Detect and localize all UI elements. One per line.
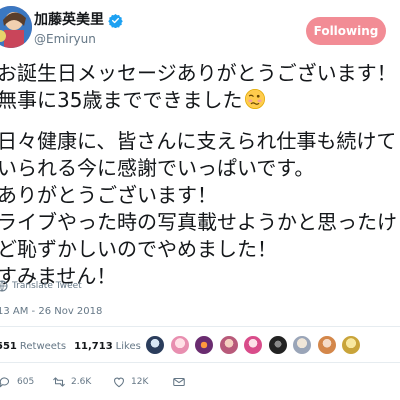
- woozy-face-icon: [245, 89, 266, 109]
- reply-count: 605: [17, 377, 35, 387]
- liker-avatar[interactable]: [267, 335, 288, 355]
- retweets-count[interactable]: 551: [0, 341, 17, 352]
- likes-count[interactable]: 11,713: [74, 341, 113, 352]
- retweet-button[interactable]: 2.6K: [52, 372, 91, 392]
- reply-icon: [0, 377, 10, 388]
- verified-badge-icon: [108, 13, 123, 28]
- liker-avatar[interactable]: [218, 335, 239, 355]
- following-button[interactable]: Following: [306, 17, 386, 45]
- liker-avatar[interactable]: [316, 335, 337, 355]
- liker-avatar[interactable]: [243, 335, 263, 355]
- tweet-line-with-emoji: 無事に35歳までできました: [0, 87, 400, 114]
- retweets-label[interactable]: Retweets: [20, 341, 66, 352]
- translate-tweet-link[interactable]: Translate Tweet: [0, 280, 82, 292]
- likes-label[interactable]: Likes: [116, 341, 141, 352]
- liker-avatar[interactable]: [341, 335, 361, 355]
- divider: [0, 362, 400, 363]
- tweet-line: ありがとうございます！: [0, 183, 217, 207]
- liker-avatar[interactable]: [194, 335, 214, 355]
- reply-button[interactable]: 605: [0, 372, 34, 392]
- tweet-header: 加藤英美里 @Emiryun Following: [0, 0, 400, 56]
- name-row: 加藤英美里: [34, 12, 123, 28]
- like-count: 12K: [131, 377, 149, 387]
- tweet-text: お誕生日メッセージありがとうございます！ 無事に35歳までできました 日々健康に…: [0, 60, 400, 290]
- tweet-line: ど恥ずかしいのでやめました！: [0, 237, 277, 261]
- tweet-timestamp[interactable]: 13 AM - 26 Nov 2018: [0, 306, 102, 317]
- tweet-card: 加藤英美里 @Emiryun Following お誕生日メッセージありがとうご…: [0, 0, 400, 400]
- tweet-line: いられる今に感謝でいっぱいです。: [0, 156, 315, 180]
- user-handle[interactable]: @Emiryun: [34, 32, 96, 46]
- tweet-line: お誕生日メッセージありがとうございます！: [0, 61, 397, 85]
- tweet-line: 無事に35歳までできました: [0, 88, 243, 112]
- liker-avatar[interactable]: [145, 335, 165, 355]
- envelope-icon: [173, 377, 185, 387]
- divider: [0, 326, 400, 327]
- like-button[interactable]: 12K: [112, 372, 148, 392]
- retweet-icon: [53, 377, 65, 387]
- display-name[interactable]: 加藤英美里: [34, 12, 104, 28]
- tweet-line: 日々健康に、皆さんに支えられ仕事も続けて: [0, 129, 397, 153]
- liker-avatar[interactable]: [169, 335, 190, 355]
- message-button[interactable]: [172, 372, 191, 392]
- avatar[interactable]: [0, 6, 32, 48]
- engagement-stats: 551 Retweets 11,713 Likes: [0, 334, 149, 358]
- globe-icon: [0, 280, 8, 292]
- retweet-count: 2.6K: [71, 377, 92, 387]
- liker-avatars: [145, 335, 366, 355]
- liker-avatar[interactable]: [292, 335, 312, 355]
- heart-icon: [114, 377, 124, 388]
- tweet-line: ライブやった時の写真載せようかと思ったけ: [0, 210, 397, 234]
- translate-label: Translate Tweet: [12, 281, 82, 291]
